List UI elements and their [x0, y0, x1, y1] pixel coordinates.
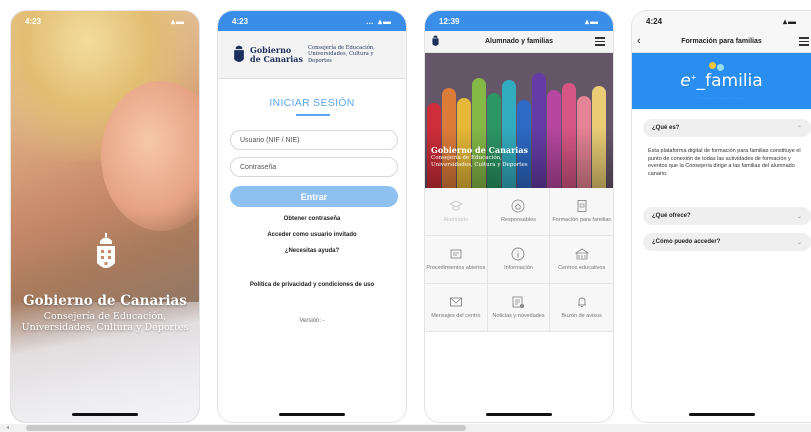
- grid-item-alumnado[interactable]: Alumnado: [425, 188, 488, 236]
- password-input[interactable]: Contraseña: [230, 157, 398, 177]
- wifi-battery-icon: ▴▬: [170, 16, 185, 26]
- accordion-que-es[interactable]: ¿Qué es? ⌃: [643, 119, 811, 137]
- envelope-icon: [449, 297, 462, 307]
- banner-title: Gobierno de Canarias: [431, 145, 529, 155]
- school-icon: [574, 248, 589, 260]
- logo-tagline: · · · · · · · · · · · · · · ·: [698, 97, 745, 101]
- nav-title: Alumnado y familias: [484, 38, 554, 45]
- menu-icon[interactable]: [595, 37, 605, 46]
- login-screen: 4:23 … ▴▬ Gobierno de Canarias Consejerí…: [217, 10, 407, 423]
- graduation-cap-icon: [448, 200, 463, 211]
- privacy-link[interactable]: Política de privacidad y condiciones de …: [218, 282, 406, 288]
- scrollbar-thumb[interactable]: [26, 425, 466, 431]
- status-time: 4:23: [232, 16, 249, 26]
- efamilia-logo: e+_familia: [680, 71, 763, 91]
- home-indicator: [279, 413, 345, 416]
- dept-name: Consejería de Educación, Universidades, …: [308, 44, 375, 64]
- status-bar: 4:23 ▴▬: [11, 11, 199, 31]
- status-time: 12:39: [439, 16, 460, 26]
- grid-item-buzon[interactable]: Buzón de avisos: [550, 284, 613, 332]
- login-title: INICIAR SESIÓN: [269, 97, 355, 109]
- status-time: 4:24: [646, 16, 663, 26]
- org-subtitle: Consejería de Educación, Universidades, …: [21, 311, 189, 333]
- document-icon: [450, 249, 462, 259]
- wifi-battery-icon: … ▴▬: [365, 16, 392, 26]
- formacion-screen: 4:24 ▴▬ ‹ Formación para familias e+_fam…: [631, 10, 811, 423]
- grid-item-noticias[interactable]: Noticias y novedades: [487, 284, 551, 332]
- home-indicator: [688, 413, 755, 416]
- username-input[interactable]: Usuario (NIF / NIE): [230, 130, 398, 150]
- wifi-battery-icon: ▴▬: [584, 16, 599, 26]
- chevron-down-icon: ⌄: [796, 239, 802, 246]
- horizontal-scrollbar[interactable]: ◂: [0, 424, 811, 432]
- grid-item-informacion[interactable]: Información: [487, 236, 551, 284]
- guest-access-link[interactable]: Acceder como usuario invitado: [218, 232, 406, 238]
- nav-bar: Alumnado y familias: [425, 31, 613, 53]
- splash-screen: 4:23 ▴▬ Gobierno de Canarias Consejería …: [10, 10, 200, 423]
- home-indicator: [72, 413, 138, 416]
- version-text: Versión: -: [299, 318, 325, 324]
- pencils-banner: Gobierno de Canarias Consejería de Educa…: [425, 53, 613, 188]
- bell-icon: [577, 297, 586, 308]
- get-password-link[interactable]: Obtener contraseña: [218, 216, 406, 222]
- banner-subtitle: Consejería de Educación, Universidades, …: [431, 155, 528, 168]
- home-indicator: [486, 413, 552, 416]
- grid-item-procedimientos[interactable]: Procedimientos abiertos: [425, 236, 488, 284]
- org-title: Gobierno de Canarias: [23, 293, 187, 309]
- chevron-down-icon: ⌄: [796, 213, 802, 220]
- menu-icon[interactable]: [799, 37, 809, 46]
- book-icon: [577, 200, 587, 213]
- title-underline: [296, 114, 330, 116]
- status-bar: 12:39 ▴▬: [425, 11, 613, 31]
- back-chevron-icon[interactable]: ‹: [637, 35, 641, 47]
- dashboard-screen: 12:39 ▴▬ Alumnado y familias Gobierno de…: [424, 10, 614, 423]
- nav-bar: ‹ Formación para familias: [632, 31, 811, 53]
- help-link[interactable]: ¿Necesitas ayuda?: [218, 248, 406, 254]
- coat-of-arms-icon: [432, 35, 439, 46]
- grid-item-mensajes[interactable]: Mensajes del centro: [425, 284, 488, 332]
- efamilia-banner: e+_familia · · · · · · · · · · · · · · ·: [632, 53, 811, 109]
- info-icon: [512, 247, 525, 261]
- scroll-left-icon[interactable]: ◂: [6, 424, 9, 432]
- newspaper-icon: [513, 296, 525, 309]
- nav-title: Formación para familias: [681, 38, 762, 45]
- chevron-up-icon: ⌃: [796, 125, 802, 132]
- menu-grid: Alumnado Responsables Formación para fam…: [425, 188, 613, 332]
- accordion-como-acceder[interactable]: ¿Cómo puedo acceder? ⌄: [643, 233, 811, 251]
- wifi-battery-icon: ▴▬: [782, 16, 797, 26]
- login-header: Gobierno de Canarias Consejería de Educa…: [218, 31, 406, 79]
- house-icon: [512, 199, 525, 213]
- status-bar: 4:23 … ▴▬: [218, 11, 406, 31]
- coat-of-arms-icon: [234, 45, 244, 62]
- grid-item-formacion[interactable]: Formación para familias: [550, 188, 613, 236]
- enter-button[interactable]: Entrar: [230, 186, 398, 207]
- status-bar: 4:24 ▴▬: [632, 11, 811, 31]
- org-name: Gobierno de Canarias: [250, 44, 303, 64]
- accordion-answer: Esta plataforma digital de formación par…: [648, 148, 801, 177]
- coat-of-arms-icon: [97, 233, 115, 268]
- status-time: 4:23: [25, 16, 42, 26]
- grid-item-responsables[interactable]: Responsables: [487, 188, 551, 236]
- app-store-screenshots: 4:23 ▴▬ Gobierno de Canarias Consejería …: [0, 0, 811, 432]
- accordion-que-ofrece[interactable]: ¿Qué ofrece? ⌄: [643, 207, 811, 225]
- grid-item-centros[interactable]: Centros educativos: [550, 236, 613, 284]
